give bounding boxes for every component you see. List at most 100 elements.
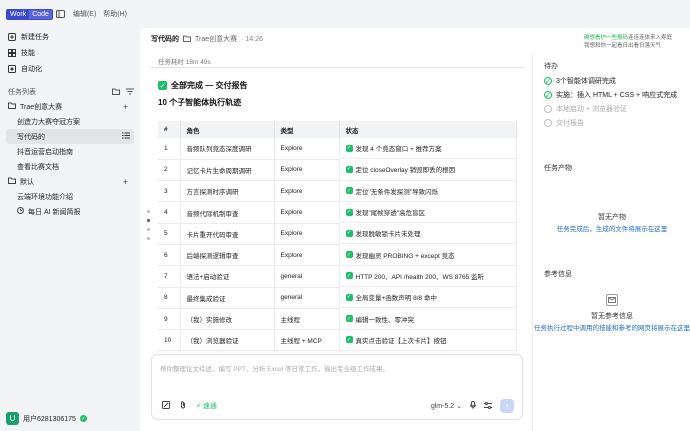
elapsed-time: 任务耗时 18m 49s <box>158 59 211 66</box>
row-type: 主线程 + MCP <box>274 329 340 352</box>
table-row: 8 最终集成验证 general ✓ 全局变量+函数声明 8/8 命中 <box>158 287 517 309</box>
table-row: 4 音频代际机制审查 Explore ✓ 发现"尾帧穿透"高危盲区 <box>158 201 517 224</box>
auto-mode-label: 速通 <box>202 403 217 410</box>
task-item[interactable]: 云端环境功能介绍 <box>6 189 134 204</box>
todo-item[interactable]: 本地启动 + 浏览器验证 <box>544 104 627 114</box>
nav-dot[interactable] <box>147 237 150 240</box>
message-composer[interactable]: 帮你整理论文综述、编写 PPT、分析 Excel 等日常工作，输出专业级工作成果… <box>151 354 523 420</box>
row-index: 2 <box>158 159 181 182</box>
empty-circle-icon <box>544 105 552 113</box>
nav-dot[interactable] <box>147 228 150 231</box>
task-label: 查看比赛文档 <box>17 163 59 171</box>
row-index: 10 <box>158 329 181 352</box>
avatar: U <box>6 412 19 425</box>
sidebar-nav: 新建任务 技能 自动化 任务列表 Trae创意大赛 + 创造力大赛夺冠方案 写代… <box>6 29 134 219</box>
task-list-icon[interactable] <box>122 132 130 141</box>
task-group-default[interactable]: 默认 + <box>6 174 134 189</box>
output-title: 任务产物 <box>544 165 572 172</box>
empty-hint: 任务执行过程中调用的技能和参考的网页将展示在这里 <box>534 325 690 332</box>
table-row: 10 （我）浏览器验证 主线程 + MCP ✓ 真实点击验证【上次卡片】按钮 <box>158 329 517 352</box>
auto-mode-toggle[interactable]: ⚡ 速通 <box>196 401 217 411</box>
ticker-text: 连连连体来入寿庭 <box>627 35 672 41</box>
skills-icon <box>8 49 16 57</box>
scroll-indicator[interactable] <box>147 210 150 240</box>
timestamp: · 14:26 <box>241 35 263 43</box>
menu-help[interactable]: 帮助(H) <box>103 9 127 19</box>
task-item-selected[interactable]: 写代码的 <box>6 129 134 144</box>
task-item[interactable]: 每日 AI 新闻简报 <box>6 204 134 219</box>
code-mode-tab[interactable]: Code <box>29 9 52 19</box>
send-button[interactable]: ↑ <box>500 399 514 413</box>
row-index: 7 <box>158 265 181 288</box>
skills-label: 技能 <box>21 50 35 57</box>
todo-item[interactable]: ✓ 3个智能体调研完成 <box>544 76 616 86</box>
clock-icon <box>17 207 24 216</box>
model-selector[interactable]: glm-5.2 ⌄ <box>431 402 462 410</box>
task-group-trae[interactable]: Trae创意大赛 + <box>6 99 134 114</box>
check-icon: ✓ <box>345 336 353 344</box>
table-header-row: # 角色 类型 状态 <box>158 121 517 138</box>
row-role: 后端探测逻辑审查 <box>180 244 275 267</box>
table-row: 5 卡片重开代码审查 Explore ✓ 发现脱敏锁卡片未处理 <box>158 223 517 245</box>
col-header: 状态 <box>339 121 517 138</box>
voice-icon[interactable] <box>470 401 476 411</box>
task-list-header: 任务列表 <box>6 85 134 99</box>
todo-item[interactable]: 交付报告 <box>544 118 584 128</box>
check-icon: ✓ <box>345 315 353 323</box>
user-profile[interactable]: U 用户6281306175 ✓ <box>6 412 87 425</box>
row-type: 主线程 <box>274 308 340 331</box>
add-task-icon[interactable]: + <box>121 102 130 112</box>
composer-tools: ⚡ 速通 <box>162 401 217 411</box>
reference-empty-state: 暂无参考信息 任务执行过程中调用的技能和参考的网页将展示在这里 <box>533 294 690 333</box>
task-list-title: 任务列表 <box>8 89 36 96</box>
table-row: 9 （我）实施修改 主线程 ✓ 编辑一致性、零冲突 <box>158 308 517 331</box>
todo-item[interactable]: ✓ 实施：插入 HTML + CSS + 响应式完成 <box>544 90 677 100</box>
status-text: 发现"尾帧穿透"高危盲区 <box>355 210 426 218</box>
breadcrumb[interactable]: Trae创意大赛 <box>195 34 237 44</box>
sidebar-toggle-icon[interactable] <box>56 9 66 19</box>
col-header: # <box>158 121 181 138</box>
settings-icon[interactable] <box>484 401 492 411</box>
composer-placeholder[interactable]: 帮你整理论文综述、编写 PPT、分析 Excel 等日常工作，输出专业级工作成果… <box>160 363 389 373</box>
work-mode-tab[interactable]: Work <box>7 9 30 19</box>
row-index: 3 <box>158 180 181 203</box>
row-role: 记忆卡片生命周期调研 <box>180 159 275 182</box>
task-label: 写代码的 <box>17 133 45 141</box>
task-item[interactable]: 查看比赛文档 <box>6 159 134 174</box>
row-type: Explore <box>274 244 340 267</box>
row-type: Explore <box>274 159 340 182</box>
right-panel: 待办 ✓ 3个智能体调研完成 ✓ 实施：插入 HTML + CSS + 响应式完成 本地… <box>532 52 690 431</box>
page-title: 写代码的 <box>151 36 179 43</box>
nav-dot[interactable] <box>147 210 150 213</box>
expand-icon[interactable] <box>162 401 170 411</box>
menu-edit[interactable]: 编辑(E) <box>73 9 96 19</box>
table-row: 1 音频队列竞态深度调研 Explore ✓ 发现 4 个竞态窗口 + 推荐方案 <box>158 138 517 160</box>
new-task-button[interactable]: 新建任务 <box>6 29 134 45</box>
check-icon: ✓ <box>345 272 353 280</box>
new-task-icon <box>8 33 16 41</box>
sidebar: Work Code 编辑(E) 帮助(H) 新建任务 技能 自动化 任务列表 T… <box>0 0 140 431</box>
table-row: 3 方言探测时序调研 Explore ✓ 定位"无条件发探测"导致闪烁 <box>158 180 517 203</box>
automation-nav-item[interactable]: 自动化 <box>6 61 134 77</box>
skills-nav-item[interactable]: 技能 <box>6 45 134 61</box>
nav-dot-active[interactable] <box>147 219 150 222</box>
add-task-icon[interactable]: + <box>121 177 130 187</box>
todo-label: 3个智能体调研完成 <box>556 78 616 85</box>
filter-icon[interactable] <box>126 88 134 97</box>
model-label: glm-5.2 <box>430 403 455 410</box>
row-role: （我）浏览器验证 <box>180 329 275 352</box>
row-index: 9 <box>158 308 181 331</box>
task-item[interactable]: 创造力大赛夺冠方案 <box>6 114 134 129</box>
attach-icon[interactable] <box>180 401 186 411</box>
automation-label: 自动化 <box>21 66 42 73</box>
todo-title: 待办 <box>544 63 558 70</box>
folder-icon[interactable] <box>112 88 120 97</box>
row-index: 8 <box>158 287 181 309</box>
task-item[interactable]: 抖音运营启动指南 <box>6 144 134 159</box>
mode-switch[interactable]: Work Code <box>6 8 53 20</box>
group-name: 默认 <box>20 178 34 186</box>
todo-label: 实施：插入 HTML + CSS + 响应式完成 <box>556 92 678 99</box>
folder-icon <box>183 35 191 44</box>
empty-hint: 任务完成后，生成的文件将展示在这里 <box>556 226 668 233</box>
row-status: ✓ 真实点击验证【上次卡片】按钮 <box>339 329 517 351</box>
